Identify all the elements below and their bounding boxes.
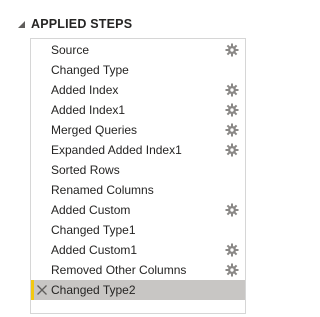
gear-icon[interactable] [225, 83, 239, 97]
step-label: Source [51, 43, 90, 57]
step-label: Changed Type2 [51, 283, 136, 297]
step-item[interactable]: Changed Type [31, 60, 245, 80]
step-item[interactable]: Merged Queries [31, 120, 245, 140]
step-label: Added Index [51, 83, 119, 97]
gear-icon[interactable] [225, 203, 239, 217]
step-item[interactable]: Added Index1 [31, 100, 245, 120]
step-item[interactable]: Source [31, 40, 245, 60]
collapse-triangle-icon[interactable] [16, 19, 26, 29]
step-label: Merged Queries [51, 123, 138, 137]
step-label: Added Index1 [51, 103, 126, 117]
step-label: Sorted Rows [51, 163, 120, 177]
gear-icon[interactable] [225, 243, 239, 257]
applied-steps-header[interactable]: APPLIED STEPS [16, 15, 132, 33]
step-item[interactable]: Renamed Columns [31, 180, 245, 200]
gear-icon[interactable] [225, 43, 239, 57]
step-item[interactable]: Changed Type2 [31, 280, 245, 300]
gear-icon[interactable] [225, 103, 239, 117]
step-label: Expanded Added Index1 [51, 143, 182, 157]
step-item[interactable]: Added Custom [31, 200, 245, 220]
step-label: Removed Other Columns [51, 263, 187, 277]
step-item[interactable]: Added Custom1 [31, 240, 245, 260]
step-label: Changed Type [51, 63, 129, 77]
step-label: Changed Type1 [51, 223, 136, 237]
step-item[interactable]: Sorted Rows [31, 160, 245, 180]
applied-steps-list: Source Changed Type Added Index Added Index… [30, 38, 246, 314]
gear-icon[interactable] [225, 143, 239, 157]
gear-icon[interactable] [225, 123, 239, 137]
step-item[interactable]: Removed Other Columns [31, 260, 245, 280]
applied-steps-panel: APPLIED STEPS Source Changed Type Added In… [0, 0, 270, 317]
step-label: Renamed Columns [51, 183, 154, 197]
step-item[interactable]: Changed Type1 [31, 220, 245, 240]
gear-icon[interactable] [225, 263, 239, 277]
panel-title: APPLIED STEPS [31, 17, 133, 31]
step-label: Added Custom [51, 203, 131, 217]
delete-x-icon[interactable] [36, 284, 48, 296]
step-item[interactable]: Expanded Added Index1 [31, 140, 245, 160]
step-item[interactable]: Added Index [31, 80, 245, 100]
step-label: Added Custom1 [51, 243, 138, 257]
selected-indicator [31, 280, 34, 300]
